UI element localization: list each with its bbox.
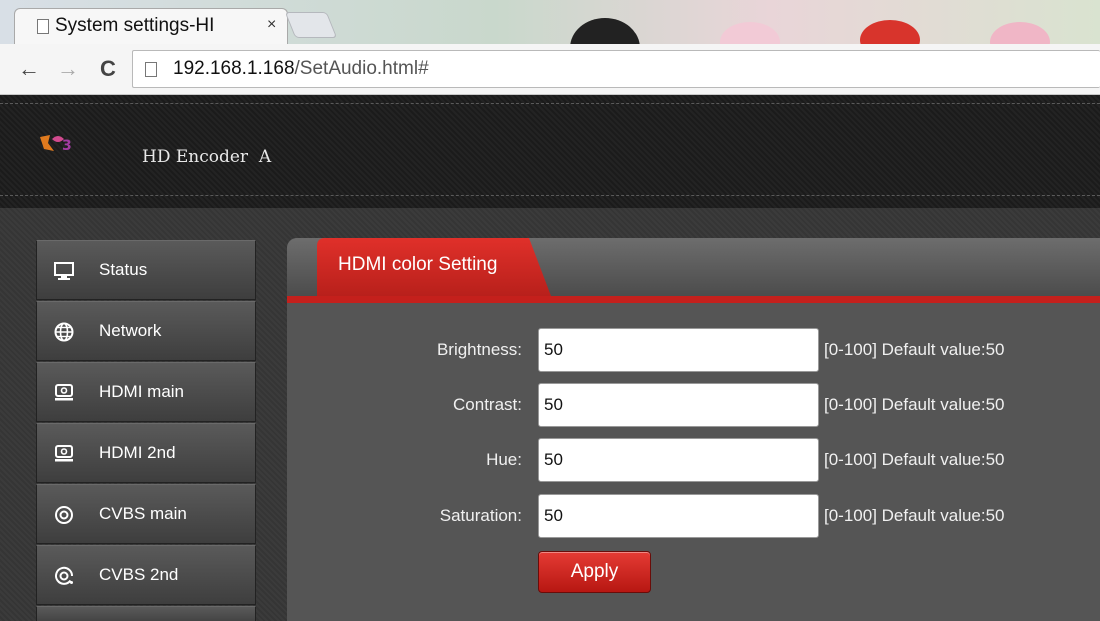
- saturation-row: Saturation: [0-100] Default value:50: [287, 494, 1100, 538]
- sidebar-item-label: HDMI main: [99, 382, 185, 401]
- sidebar-item-more[interactable]: [36, 606, 256, 621]
- reload-button[interactable]: C: [100, 56, 116, 82]
- brightness-input[interactable]: [538, 328, 819, 372]
- browser-chrome: System settings-HI × ← → C 192.168.1.168…: [0, 0, 1100, 95]
- url-path: /SetAudio.html#: [294, 58, 429, 79]
- app-body: Status Network HDMI main HDMI 2nd CVBS m…: [0, 208, 1100, 621]
- url-host: 192.168.1.168: [173, 58, 295, 79]
- sidebar-item-cvbs-main[interactable]: CVBS main: [36, 484, 256, 544]
- browser-tab[interactable]: System settings-HI ×: [14, 8, 288, 44]
- hue-hint: [0-100] Default value:50: [824, 450, 1005, 469]
- browser-toolbar: ← → C 192.168.1.168/SetAudio.html#: [0, 44, 1100, 95]
- app-title: HD Encoder A: [142, 147, 272, 167]
- page-icon: [145, 62, 157, 77]
- sidebar-item-hdmi-2nd[interactable]: HDMI 2nd: [36, 423, 256, 483]
- monitor-icon: [54, 262, 74, 280]
- new-tab-button[interactable]: [284, 12, 338, 38]
- brightness-row: Brightness: [0-100] Default value:50: [287, 328, 1100, 372]
- page-icon: [37, 19, 49, 34]
- saturation-hint: [0-100] Default value:50: [824, 506, 1005, 525]
- back-button[interactable]: ←: [18, 56, 40, 82]
- svg-text:3: 3: [62, 138, 72, 154]
- target-icon: [55, 566, 74, 585]
- forward-button[interactable]: →: [57, 56, 79, 82]
- divider: [0, 195, 1100, 196]
- sidebar-item-label: CVBS 2nd: [99, 565, 179, 584]
- settings-panel: HDMI color Setting Brightness: [0-100] D…: [287, 238, 1100, 621]
- contrast-row: Contrast: [0-100] Default value:50: [287, 383, 1100, 427]
- hue-row: Hue: [0-100] Default value:50: [287, 438, 1100, 482]
- address-bar[interactable]: 192.168.1.168/SetAudio.html#: [132, 50, 1100, 88]
- divider: [0, 103, 1100, 104]
- tab-title: System settings-HI: [55, 15, 215, 36]
- sidebar-item-hdmi-main[interactable]: HDMI main: [36, 362, 256, 422]
- sidebar-item-network[interactable]: Network: [36, 301, 256, 361]
- panel-header: HDMI color Setting: [287, 238, 1100, 303]
- target-icon: [55, 506, 73, 524]
- saturation-input[interactable]: [538, 494, 819, 538]
- apply-button[interactable]: Apply: [538, 551, 651, 593]
- hue-label: Hue:: [486, 450, 522, 469]
- app-header: 3 HD Encoder A: [0, 95, 1100, 208]
- hue-input[interactable]: [538, 438, 819, 482]
- tab-strip: System settings-HI ×: [0, 0, 1100, 78]
- globe-icon: [54, 322, 74, 342]
- sidebar-item-label: Status: [99, 260, 148, 279]
- sidebar-item-status[interactable]: Status: [36, 240, 256, 300]
- saturation-label: Saturation:: [439, 506, 522, 525]
- hdmi-icon: [55, 445, 73, 462]
- contrast-input[interactable]: [538, 383, 819, 427]
- contrast-label: Contrast:: [453, 395, 522, 414]
- sidebar-item-label: Network: [99, 321, 162, 340]
- brightness-label: Brightness:: [436, 340, 522, 359]
- sidebar-item-cvbs-2nd[interactable]: CVBS 2nd: [36, 545, 256, 605]
- brand-logo-icon: 3: [40, 135, 72, 154]
- accent-bar: [287, 296, 1100, 303]
- contrast-hint: [0-100] Default value:50: [824, 395, 1005, 414]
- url-text[interactable]: 192.168.1.168/SetAudio.html#: [173, 58, 429, 80]
- close-tab-icon[interactable]: ×: [267, 16, 276, 34]
- hdmi-icon: [55, 384, 73, 401]
- brightness-hint: [0-100] Default value:50: [824, 340, 1005, 359]
- sidebar-item-label: CVBS main: [99, 504, 187, 523]
- sidebar-item-label: HDMI 2nd: [99, 443, 176, 462]
- panel-title: HDMI color Setting: [338, 254, 498, 275]
- tab-hdmi-color-setting[interactable]: HDMI color Setting: [317, 238, 551, 296]
